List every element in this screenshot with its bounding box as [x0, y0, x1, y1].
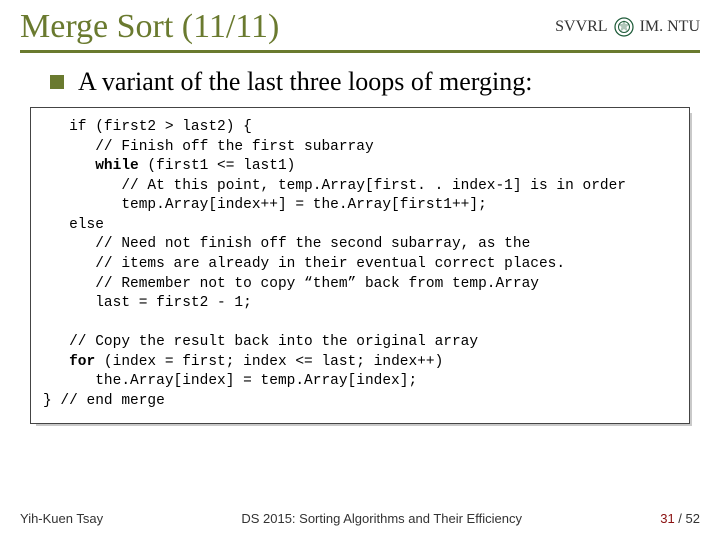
code-line: // Need not finish off the second subarr… [43, 236, 530, 252]
code-line: // items are already in their eventual c… [43, 256, 565, 272]
footer-pagenum: 31 / 52 [660, 511, 700, 526]
slide-header: Merge Sort (11/11) SVVRL IM. NTU [20, 0, 700, 50]
footer-author: Yih-Kuen Tsay [20, 511, 103, 526]
page-total: 52 [686, 511, 700, 526]
code-block: if (first2 > last2) { // Finish off the … [30, 107, 690, 424]
code-line: (first1 <= last1) [139, 158, 296, 174]
slide: Merge Sort (11/11) SVVRL IM. NTU A varia… [0, 0, 720, 540]
code-line: temp.Array[index++] = the.Array[first1++… [43, 197, 487, 213]
footer-course: DS 2015: Sorting Algorithms and Their Ef… [103, 511, 660, 526]
code-line: (index = first; index <= last; index++) [95, 354, 443, 370]
page-current: 31 [660, 511, 674, 526]
code-line: // Remember not to copy “them” back from… [43, 276, 539, 292]
org-name: IM. NTU [640, 18, 700, 36]
square-bullet-icon [50, 75, 64, 89]
code-content: if (first2 > last2) { // Finish off the … [30, 107, 690, 424]
code-line: } // end merge [43, 393, 165, 409]
code-line [43, 158, 95, 174]
bullet-item: A variant of the last three loops of mer… [50, 67, 700, 97]
org-label: SVVRL IM. NTU [555, 17, 700, 37]
page-title: Merge Sort (11/11) [20, 8, 279, 46]
slide-footer: Yih-Kuen Tsay DS 2015: Sorting Algorithm… [20, 511, 700, 526]
code-keyword: while [95, 158, 139, 174]
code-line [43, 354, 69, 370]
lab-name: SVVRL [555, 18, 607, 36]
code-line: last = first2 - 1; [43, 295, 252, 311]
bullet-text: A variant of the last three loops of mer… [78, 67, 532, 97]
code-line: // Finish off the first subarray [43, 139, 374, 155]
code-line: if (first2 > last2) { [43, 119, 252, 135]
title-underline [20, 50, 700, 53]
code-line: // Copy the result back into the origina… [43, 334, 478, 350]
code-line: else [43, 217, 104, 233]
code-line: // At this point, temp.Array[first. . in… [43, 178, 626, 194]
code-keyword: for [69, 354, 95, 370]
code-line: the.Array[index] = temp.Array[index]; [43, 373, 417, 389]
ntu-logo-icon [614, 17, 634, 37]
page-sep: / [675, 511, 686, 526]
